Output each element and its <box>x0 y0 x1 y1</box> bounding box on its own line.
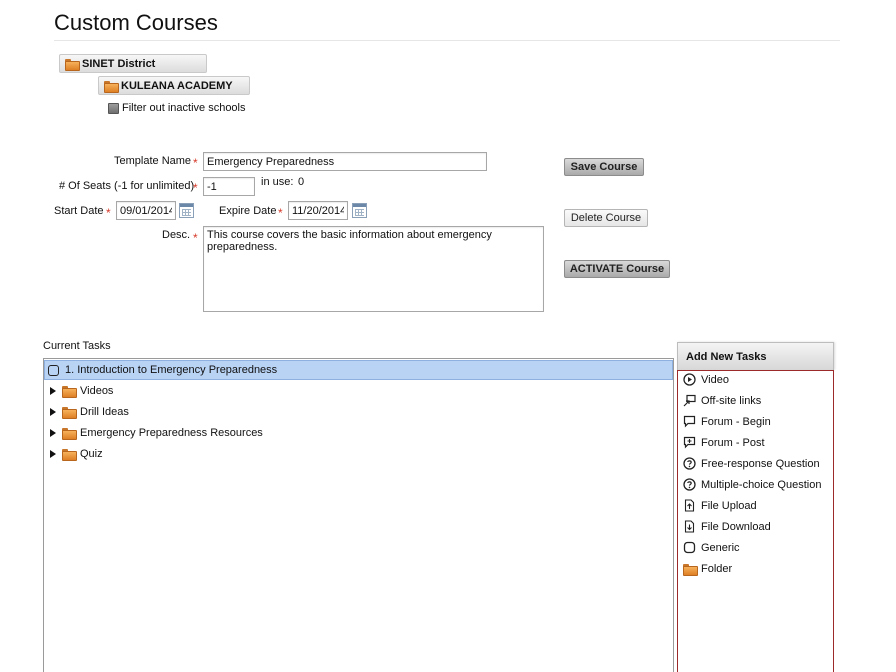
generic-icon <box>48 364 59 376</box>
add-item-label: File Download <box>701 520 771 533</box>
add-file-upload-item[interactable]: File Upload <box>683 499 757 512</box>
add-item-label: Video <box>701 373 729 386</box>
required-marker: * <box>193 231 198 245</box>
speech-bubble-plus-icon <box>683 436 696 449</box>
seats-label: # Of Seats (-1 for unlimited) <box>59 180 195 192</box>
activate-course-button[interactable]: ACTIVATE Course <box>564 260 670 278</box>
folder-icon <box>65 58 80 71</box>
required-marker: * <box>193 156 198 170</box>
folder-icon <box>62 407 77 419</box>
school-button[interactable]: KULEANA ACADEMY <box>98 76 250 95</box>
task-row[interactable]: 1. Introduction to Emergency Preparednes… <box>44 360 673 380</box>
task-label: 1. Introduction to Emergency Preparednes… <box>65 364 278 376</box>
expand-arrow-icon[interactable] <box>50 429 56 437</box>
add-item-label: File Upload <box>701 499 757 512</box>
add-offsite-links-item[interactable]: Off-site links <box>683 394 761 407</box>
desc-label: Desc. <box>162 229 191 241</box>
add-forum-post-item[interactable]: Forum - Post <box>683 436 765 449</box>
start-date-label: Start Date <box>54 205 104 217</box>
folder-icon <box>62 386 77 398</box>
district-button[interactable]: SINET District <box>59 54 207 73</box>
template-name-label: Template Name <box>114 155 192 167</box>
add-item-label: Generic <box>701 541 740 554</box>
folder-icon <box>104 80 119 93</box>
task-row[interactable]: Quiz <box>44 444 673 464</box>
folder-icon <box>683 562 698 576</box>
folder-icon <box>62 428 77 440</box>
current-tasks-label: Current Tasks <box>43 340 111 352</box>
file-upload-icon <box>683 499 696 512</box>
task-row[interactable]: Drill Ideas <box>44 402 673 422</box>
task-label: Emergency Preparedness Resources <box>80 427 263 439</box>
link-icon <box>683 394 696 407</box>
seats-input[interactable] <box>203 177 255 196</box>
add-forum-begin-item[interactable]: Forum - Begin <box>683 415 771 428</box>
add-new-tasks-panel: Add New Tasks Video Off-site links Forum… <box>677 342 834 672</box>
add-new-tasks-list: Video Off-site links Forum - Begin Forum… <box>677 370 834 672</box>
filter-inactive-row[interactable]: Filter out inactive schools <box>108 102 246 114</box>
generic-icon <box>683 541 696 554</box>
add-item-label: Free-response Question <box>701 457 820 470</box>
description-textarea[interactable]: This course covers the basic information… <box>203 226 544 312</box>
required-marker: * <box>278 206 283 220</box>
add-folder-item[interactable]: Folder <box>683 562 733 576</box>
question-icon <box>683 457 696 470</box>
add-free-response-item[interactable]: Free-response Question <box>683 457 820 470</box>
add-file-download-item[interactable]: File Download <box>683 520 771 533</box>
task-label: Drill Ideas <box>80 406 129 418</box>
add-multiple-choice-item[interactable]: Multiple-choice Question <box>683 478 821 491</box>
in-use-label: in use: <box>261 176 294 188</box>
filter-inactive-checkbox[interactable] <box>108 102 119 114</box>
expire-date-input[interactable] <box>288 201 348 220</box>
add-item-label: Forum - Post <box>701 436 765 449</box>
delete-course-button[interactable]: Delete Course <box>564 209 648 227</box>
add-new-tasks-title: Add New Tasks <box>677 342 834 370</box>
file-download-icon <box>683 520 696 533</box>
current-tasks-panel: 1. Introduction to Emergency Preparednes… <box>43 358 674 672</box>
task-row[interactable]: Emergency Preparedness Resources <box>44 423 673 443</box>
task-label: Videos <box>80 385 114 397</box>
page-title: Custom Courses <box>54 10 218 35</box>
speech-bubble-icon <box>683 415 696 428</box>
add-item-label: Forum - Begin <box>701 415 771 428</box>
expand-arrow-icon[interactable] <box>50 450 56 458</box>
district-label: SINET District <box>82 57 156 70</box>
school-label: KULEANA ACADEMY <box>121 79 233 92</box>
folder-icon <box>62 449 77 461</box>
add-generic-item[interactable]: Generic <box>683 541 740 554</box>
start-date-input[interactable] <box>116 201 176 220</box>
required-marker: * <box>193 181 198 195</box>
question-icon <box>683 478 696 491</box>
filter-inactive-label: Filter out inactive schools <box>122 102 246 114</box>
add-item-label: Multiple-choice Question <box>701 478 822 491</box>
add-item-label: Off-site links <box>701 394 762 407</box>
template-name-input[interactable] <box>203 152 487 171</box>
add-video-item[interactable]: Video <box>683 373 729 386</box>
task-row[interactable]: Videos <box>44 381 673 401</box>
title-divider <box>54 40 840 41</box>
required-marker: * <box>106 206 111 220</box>
expand-arrow-icon[interactable] <box>50 387 56 395</box>
calendar-icon[interactable] <box>352 203 367 218</box>
save-course-button[interactable]: Save Course <box>564 158 644 176</box>
expand-arrow-icon[interactable] <box>50 408 56 416</box>
task-label: Quiz <box>80 448 103 460</box>
calendar-icon[interactable] <box>179 203 194 218</box>
add-item-label: Folder <box>701 562 733 575</box>
play-icon <box>683 373 696 386</box>
expire-date-label: Expire Date <box>219 205 277 217</box>
in-use-value: 0 <box>298 176 305 188</box>
